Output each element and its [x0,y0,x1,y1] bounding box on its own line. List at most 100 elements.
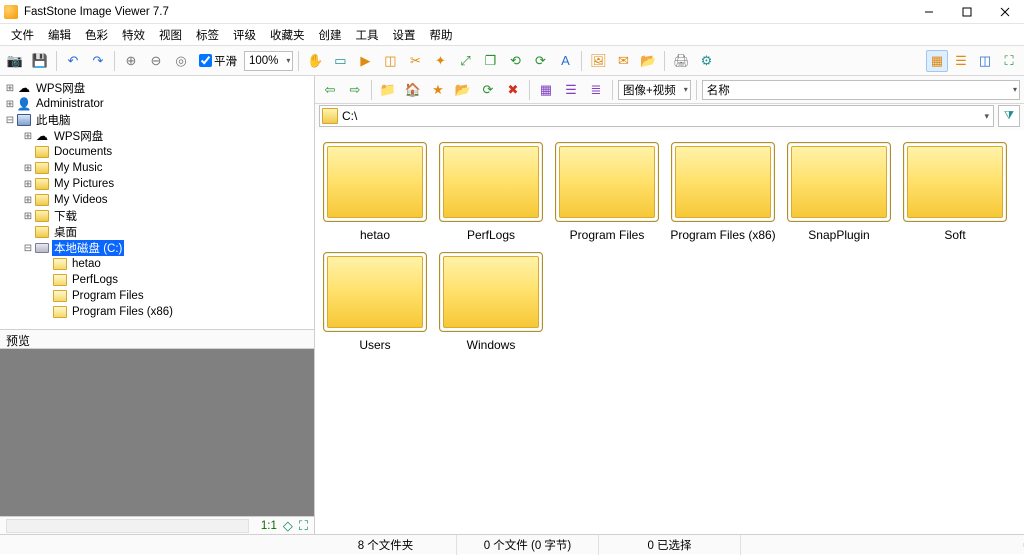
view-filmstrip-button[interactable]: ◫ [974,50,996,72]
address-bar[interactable] [319,105,994,127]
zoom-select[interactable]: 100% [244,51,293,71]
tree-item[interactable]: PerfLogs [0,272,314,288]
refresh-button[interactable]: ⟳ [477,79,499,101]
nav-back-button[interactable]: ⇦ [319,79,341,101]
thumbnail-area[interactable]: hetaoPerfLogsProgram FilesProgram Files … [315,130,1024,534]
preview-scrollbar[interactable] [6,519,249,533]
acquire-button[interactable]: 📷 [4,50,26,72]
tree-item[interactable]: Program Files [0,288,314,304]
folder-item[interactable]: Users [321,252,429,352]
view-details-button[interactable]: ☰ [950,50,972,72]
zoom-out-button[interactable]: ⊖ [145,50,167,72]
zoom-fit-button[interactable]: ◎ [170,50,192,72]
preview-lock-icon[interactable]: ◇ [283,518,293,534]
nav-up-button[interactable]: 📁 [377,79,399,101]
filter-button[interactable]: ⧩ [998,105,1020,127]
preview-fullscreen-icon[interactable]: ⛶ [299,518,308,534]
slideshow-button[interactable]: ▶ [354,50,376,72]
rotate-left-button[interactable]: ⟲ [504,50,526,72]
folder-item[interactable]: SnapPlugin [785,142,893,242]
tree-expander-icon[interactable]: ⊟ [4,115,16,126]
tree-item[interactable]: 桌面 [0,224,314,240]
minimize-button[interactable] [910,0,948,24]
view-large-button[interactable]: ▦ [535,79,557,101]
menu-create[interactable]: 创建 [312,25,349,45]
tree-expander-icon[interactable]: ⊞ [22,195,34,206]
filter-select[interactable]: 图像+视频 [618,80,691,100]
tree-item[interactable]: ⊞My Videos [0,192,314,208]
menu-favorites[interactable]: 收藏夹 [263,25,312,45]
menu-settings[interactable]: 设置 [386,25,423,45]
nav-forward-button[interactable]: ⇨ [344,79,366,101]
select-button[interactable]: ▭ [329,50,351,72]
tree-item[interactable]: ⊞☁WPS网盘 [0,80,314,96]
tree-expander-icon[interactable]: ⊟ [22,243,34,254]
resize-button[interactable]: ⤢ [454,50,476,72]
tree-item[interactable]: ⊞下载 [0,208,314,224]
menu-rating[interactable]: 评级 [226,25,263,45]
delete-button[interactable]: ✖ [502,79,524,101]
tree-item-label: Documents [52,146,114,158]
menu-edit[interactable]: 编辑 [41,25,78,45]
tree-item[interactable]: ⊞👤Administrator [0,96,314,112]
sort-select[interactable]: 名称 [702,80,1020,100]
menu-color[interactable]: 色彩 [78,25,115,45]
favorite-button[interactable]: ★ [427,79,449,101]
tree-item[interactable]: Documents [0,144,314,160]
tree-expander-icon[interactable]: ⊞ [22,131,34,142]
tree-expander-icon[interactable]: ⊞ [4,99,16,110]
save-button[interactable]: 💾 [29,50,51,72]
home-button[interactable]: 🏠 [402,79,424,101]
view-thumbnails-button[interactable]: ▦ [926,50,948,72]
tree-expander-icon[interactable]: ⊞ [4,83,16,94]
folder-item[interactable]: PerfLogs [437,142,545,242]
tree-expander-icon[interactable]: ⊞ [22,163,34,174]
maximize-button[interactable] [948,0,986,24]
clone-button[interactable]: ❐ [479,50,501,72]
rotate-right-button[interactable]: ⟳ [529,50,551,72]
wallpaper-button[interactable]: 🖼 [587,50,609,72]
menu-file[interactable]: 文件 [4,25,41,45]
email-button[interactable]: ✉ [612,50,634,72]
tree-item[interactable]: ⊟本地磁盘 (C:) [0,240,314,256]
undo-button[interactable]: ↶ [62,50,84,72]
hand-button[interactable]: ✋ [304,50,326,72]
adjust-button[interactable]: ✦ [429,50,451,72]
compare-button[interactable]: ◫ [379,50,401,72]
address-input[interactable] [342,109,991,123]
crop-button[interactable]: ✂ [404,50,426,72]
tree-item[interactable]: ⊞☁WPS网盘 [0,128,314,144]
menu-tools[interactable]: 工具 [349,25,386,45]
new-folder-button[interactable]: 📂 [452,79,474,101]
tree-expander-icon[interactable]: ⊞ [22,179,34,190]
open-folder-button[interactable]: 📂 [637,50,659,72]
text-button[interactable]: A [554,50,576,72]
view-detail-button[interactable]: ≣ [585,79,607,101]
settings-button[interactable]: ⚙ [695,50,717,72]
zoom-in-button[interactable]: ⊕ [120,50,142,72]
close-button[interactable] [986,0,1024,24]
tree-item[interactable]: ⊞My Music [0,160,314,176]
folder-item[interactable]: Program Files [553,142,661,242]
folder-item[interactable]: hetao [321,142,429,242]
smooth-checkbox-input[interactable] [199,54,212,67]
folder-item[interactable]: Soft [901,142,1009,242]
view-list-button[interactable]: ☰ [560,79,582,101]
tree-item[interactable]: ⊟此电脑 [0,112,314,128]
menu-effects[interactable]: 特效 [115,25,152,45]
redo-button[interactable]: ↷ [87,50,109,72]
tree-item[interactable]: ⊞My Pictures [0,176,314,192]
folder-item[interactable]: Windows [437,252,545,352]
menu-tags[interactable]: 标签 [189,25,226,45]
home-icon: 🏠 [405,82,421,98]
view-fullscreen-button[interactable]: ⛶ [998,50,1020,72]
tree-item[interactable]: hetao [0,256,314,272]
menu-view[interactable]: 视图 [152,25,189,45]
folder-item[interactable]: Program Files (x86) [669,142,777,242]
menu-help[interactable]: 帮助 [423,25,460,45]
folder-tree[interactable]: ⊞☁WPS网盘⊞👤Administrator⊟此电脑⊞☁WPS网盘 Docume… [0,76,314,329]
print-button[interactable]: 🖨 [670,50,692,72]
tree-expander-icon[interactable]: ⊞ [22,211,34,222]
tree-item[interactable]: Program Files (x86) [0,304,314,320]
smooth-checkbox[interactable]: 平滑 [199,53,237,69]
